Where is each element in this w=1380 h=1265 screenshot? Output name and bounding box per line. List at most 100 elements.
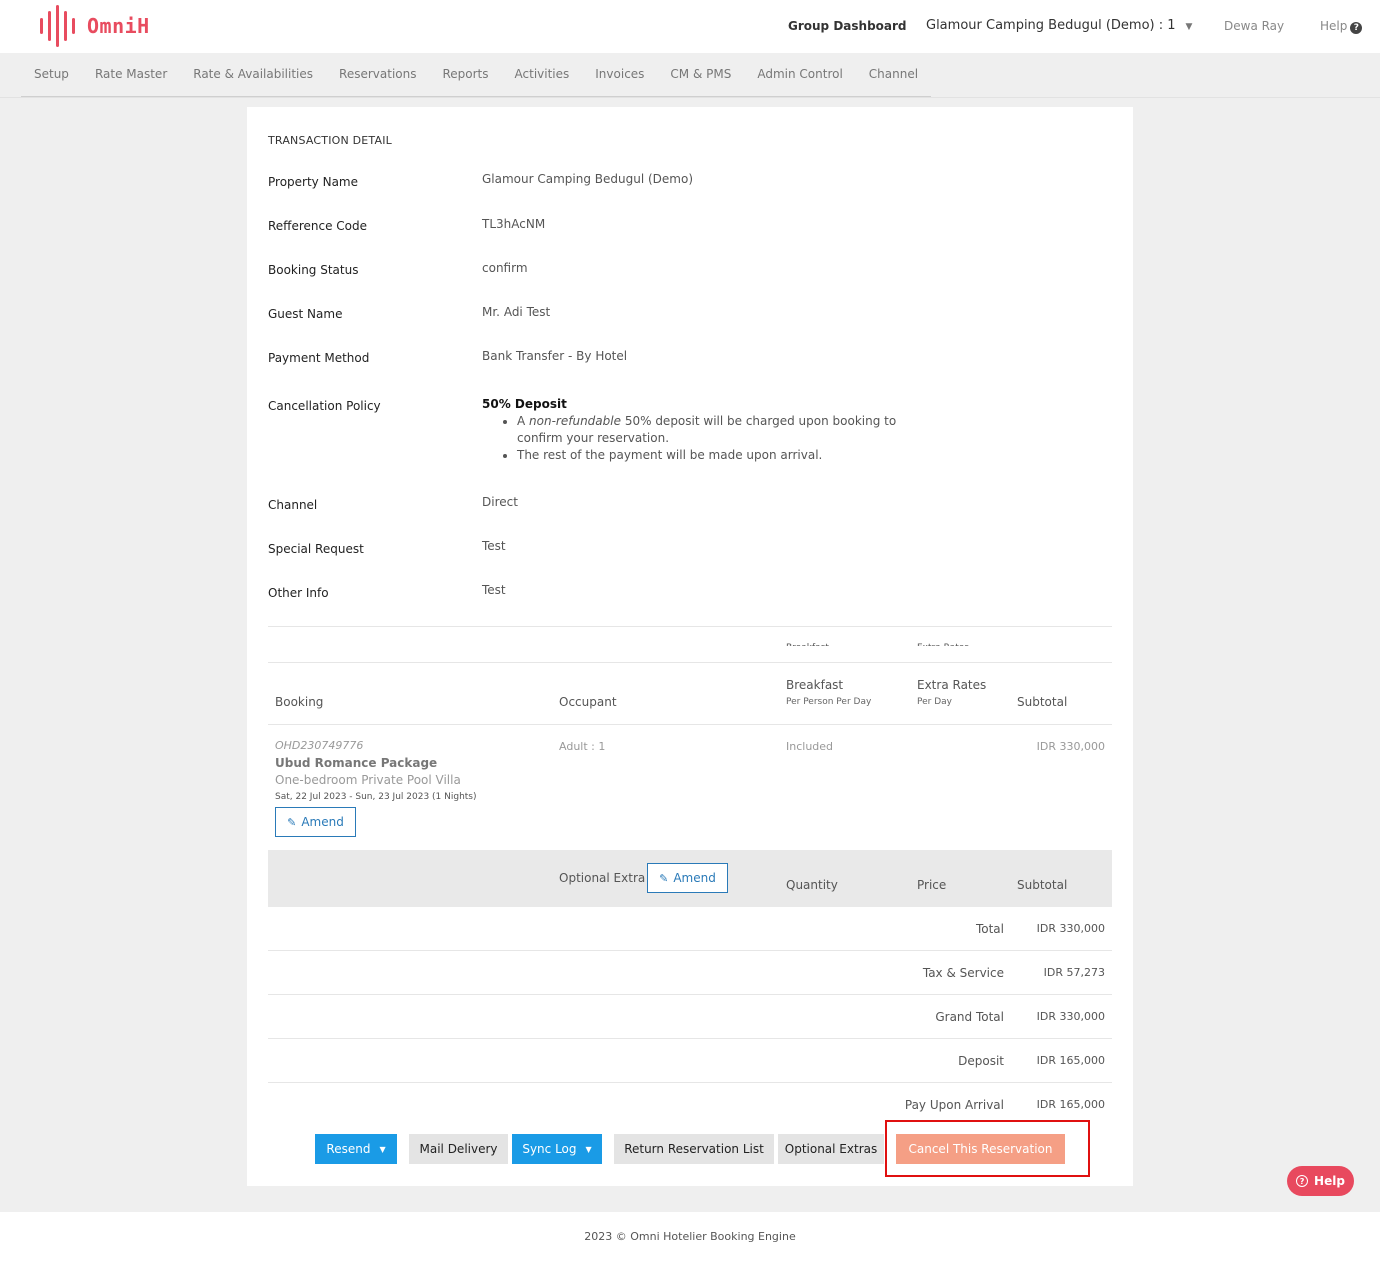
other-info-label: Other Info [268, 586, 329, 600]
room-type: One-bedroom Private Pool Villa [275, 773, 461, 787]
nav-rate-master[interactable]: Rate Master [82, 53, 180, 96]
total-label: Total [975, 922, 1004, 936]
section-title: TRANSACTION DETAIL [268, 134, 392, 147]
payment-method-label: Payment Method [268, 351, 370, 365]
divider [268, 724, 1112, 725]
tax-service-label: Tax & Service [922, 966, 1004, 980]
deposit-label: Deposit [958, 1054, 1004, 1068]
property-name-value: Glamour Camping Bedugul (Demo) [482, 172, 694, 186]
mail-delivery-button[interactable]: Mail Delivery [409, 1134, 508, 1164]
booking-id: OHD230749776 [275, 739, 364, 752]
amend-extras-button[interactable]: ✎ Amend [647, 863, 728, 893]
brand-name: OmniH [87, 14, 150, 38]
amend-booking-button[interactable]: ✎ Amend [275, 807, 356, 837]
ghost-breakfast-header: Breakfast [786, 641, 829, 646]
deposit-value: IDR 165,000 [1036, 1054, 1105, 1067]
main-nav: Setup Rate Master Rate & Availabilities … [0, 53, 1380, 98]
resend-button[interactable]: Resend ▼ [315, 1134, 397, 1164]
cancellation-policy-value: 50% Deposit A non-refundable 50% deposit… [482, 396, 922, 464]
nav-setup[interactable]: Setup [21, 53, 82, 96]
cancel-highlight-box [885, 1120, 1090, 1177]
pencil-icon: ✎ [287, 815, 297, 829]
guest-name-label: Guest Name [268, 307, 343, 321]
caret-down-icon: ▼ [1185, 22, 1193, 32]
omnih-logo[interactable]: OmniH [40, 5, 150, 47]
divider [268, 1038, 1112, 1039]
col-extra-rates: Extra Rates [917, 678, 987, 692]
property-selector[interactable]: Glamour Camping Bedugul (Demo) : 1 ▼ [926, 18, 1192, 33]
col-occupant: Occupant [559, 695, 617, 709]
nav-reservations[interactable]: Reservations [326, 53, 429, 96]
nav-rate-availabilities[interactable]: Rate & Availabilities [180, 53, 326, 96]
floating-help-label: Help [1314, 1174, 1345, 1188]
col-booking: Booking [275, 695, 324, 709]
payment-method-value: Bank Transfer - By Hotel [482, 349, 628, 363]
cancellation-policy-label: Cancellation Policy [268, 399, 381, 413]
copyright-text: 2023 © Omni Hotelier Booking Engine [584, 1230, 796, 1243]
return-reservation-list-button[interactable]: Return Reservation List [614, 1134, 774, 1164]
other-info-value: Test [482, 583, 506, 597]
col-breakfast: Breakfast [786, 678, 844, 692]
col-extra-rates-sub: Per Day [917, 697, 952, 707]
caret-down-icon: ▼ [585, 1144, 592, 1154]
footer: 2023 © Omni Hotelier Booking Engine [0, 1212, 1380, 1265]
grand-total-value: IDR 330,000 [1036, 1010, 1105, 1023]
user-menu[interactable]: Dewa Ray [1224, 19, 1284, 33]
policy-item: A non-refundable 50% deposit will be cha… [517, 413, 922, 447]
col-quantity: Quantity [786, 878, 838, 892]
package-name: Ubud Romance Package [275, 756, 438, 770]
sync-log-button[interactable]: Sync Log ▼ [512, 1134, 602, 1164]
transaction-detail-card: TRANSACTION DETAIL Property Name Glamour… [247, 107, 1133, 1186]
floating-help-button[interactable]: ? Help [1287, 1166, 1354, 1196]
pay-upon-arrival-label: Pay Upon Arrival [904, 1098, 1004, 1112]
group-dashboard-link[interactable]: Group Dashboard [788, 19, 907, 33]
nav-admin-control[interactable]: Admin Control [744, 53, 855, 96]
property-name-label: Property Name [268, 175, 358, 189]
booking-subtotal-value: IDR 330,000 [1036, 740, 1105, 753]
optional-extras-button[interactable]: Optional Extras [778, 1134, 884, 1164]
nav-cm-pms[interactable]: CM & PMS [657, 53, 744, 96]
channel-value: Direct [482, 495, 518, 509]
sync-log-label: Sync Log [522, 1142, 577, 1156]
pay-upon-arrival-value: IDR 165,000 [1036, 1098, 1105, 1111]
amend-extras-label: Amend [673, 871, 716, 885]
pencil-icon: ✎ [659, 871, 669, 885]
nav-channel[interactable]: Channel [856, 53, 931, 96]
grand-total-label: Grand Total [935, 1010, 1004, 1024]
nav-invoices[interactable]: Invoices [582, 53, 657, 96]
help-link[interactable]: Help? [1320, 19, 1363, 34]
col-extra-subtotal: Subtotal [1017, 878, 1068, 892]
col-subtotal: Subtotal [1017, 695, 1068, 709]
divider [268, 950, 1112, 951]
resend-label: Resend [326, 1142, 371, 1156]
question-circle-icon: ? [1296, 1175, 1309, 1187]
divider [268, 994, 1112, 995]
ghost-extra-header: Extra Rates [917, 641, 969, 646]
col-price: Price [917, 878, 947, 892]
special-request-value: Test [482, 539, 506, 553]
booking-status-value: confirm [482, 261, 528, 275]
special-request-label: Special Request [268, 542, 364, 556]
divider [268, 1082, 1112, 1083]
amend-booking-label: Amend [301, 815, 344, 829]
logo-bars-icon [40, 5, 75, 47]
divider [268, 626, 1112, 627]
tax-service-value: IDR 57,273 [1043, 966, 1105, 979]
stay-dates: Sat, 22 Jul 2023 - Sun, 23 Jul 2023 (1 N… [275, 792, 477, 802]
channel-label: Channel [268, 498, 318, 512]
property-selector-label: Glamour Camping Bedugul (Demo) : 1 [926, 18, 1176, 33]
guest-name-value: Mr. Adi Test [482, 305, 551, 319]
nav-reports[interactable]: Reports [429, 53, 501, 96]
top-header: OmniH Group Dashboard Glamour Camping Be… [0, 0, 1380, 53]
occupant-value: Adult : 1 [559, 740, 606, 753]
nav-activities[interactable]: Activities [502, 53, 583, 96]
divider [268, 662, 1112, 663]
reference-code-value: TL3hAcNM [482, 217, 546, 231]
caret-down-icon: ▼ [379, 1144, 386, 1154]
help-link-label: Help [1320, 19, 1348, 33]
policy-title: 50% Deposit [482, 397, 567, 411]
col-breakfast-sub: Per Person Per Day [786, 697, 872, 707]
breakfast-value: Included [786, 740, 834, 753]
total-value: IDR 330,000 [1036, 922, 1105, 935]
reference-code-label: Refference Code [268, 219, 368, 233]
